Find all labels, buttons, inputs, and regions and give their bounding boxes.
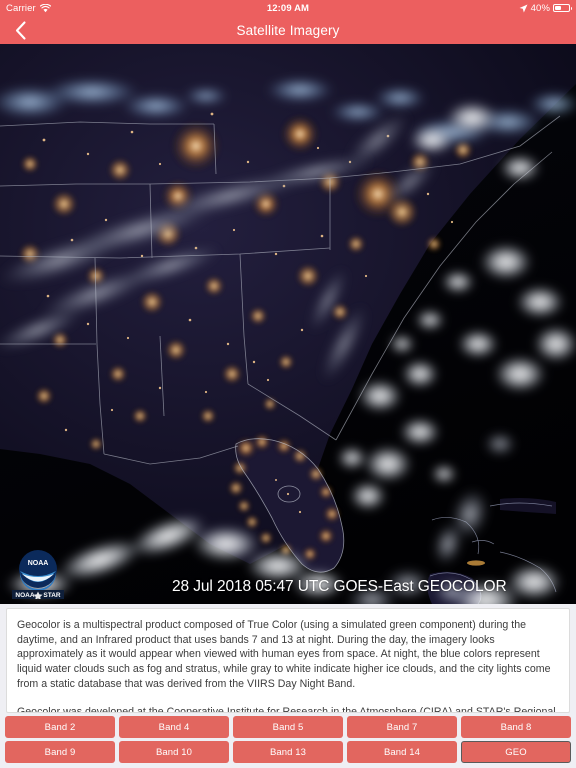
page-title: Satellite Imagery bbox=[236, 22, 340, 38]
status-bar-clock-wrapper: 12:09 AM bbox=[0, 0, 576, 16]
battery-percent-label: 40% bbox=[530, 2, 550, 14]
satellite-imagery-screen: Carrier 12:09 AM 40% Satellite Imagery N… bbox=[0, 0, 576, 768]
navigation-bar: Satellite Imagery bbox=[0, 16, 576, 44]
band-selector: Band 2 Band 4 Band 5 Band 7 Band 8 Band … bbox=[0, 713, 576, 768]
band-button-band-2[interactable]: Band 2 bbox=[5, 716, 115, 738]
band-button-band-13[interactable]: Band 13 bbox=[233, 741, 343, 763]
band-row-2: Band 9 Band 10 Band 13 Band 14 GEO bbox=[5, 741, 571, 763]
noaa-wordmark-left: NOAA bbox=[15, 592, 34, 599]
battery-icon bbox=[553, 4, 572, 12]
star-wordmark-right: STAR bbox=[43, 592, 61, 599]
band-button-band-5[interactable]: Band 5 bbox=[233, 716, 343, 738]
band-button-band-8[interactable]: Band 8 bbox=[461, 716, 571, 738]
wifi-icon bbox=[39, 3, 51, 12]
chevron-left-icon bbox=[15, 20, 26, 40]
status-bar: Carrier 12:09 AM 40% bbox=[0, 0, 576, 16]
satellite-image-container[interactable]: NOAA NOAA STAR 28 Jul 2018 05:47 UTC GOE… bbox=[0, 44, 576, 604]
band-row-1: Band 2 Band 4 Band 5 Band 7 Band 8 bbox=[5, 716, 571, 738]
satellite-timestamp-overlay: 28 Jul 2018 05:47 UTC GOES-East GEOCOLOR bbox=[172, 578, 507, 595]
location-arrow-icon bbox=[519, 4, 528, 12]
carrier-label: Carrier bbox=[6, 2, 36, 14]
status-bar-right: 40% bbox=[519, 2, 572, 14]
band-button-band-14[interactable]: Band 14 bbox=[347, 741, 457, 763]
band-button-band-7[interactable]: Band 7 bbox=[347, 716, 457, 738]
band-button-band-4[interactable]: Band 4 bbox=[119, 716, 229, 738]
description-paragraph-2: Geocolor was developed at the Cooperativ… bbox=[17, 705, 556, 713]
description-paragraph-1: Geocolor is a multispectral product comp… bbox=[17, 619, 551, 690]
band-button-band-10[interactable]: Band 10 bbox=[119, 741, 229, 763]
satellite-image bbox=[0, 44, 576, 604]
status-bar-time: 12:09 AM bbox=[266, 2, 310, 14]
noaa-star-logo: NOAA NOAA STAR bbox=[12, 550, 64, 599]
band-button-band-9[interactable]: Band 9 bbox=[5, 741, 115, 763]
noaa-logo-text: NOAA bbox=[28, 560, 49, 567]
back-button[interactable] bbox=[0, 16, 40, 44]
status-bar-left: Carrier bbox=[6, 3, 51, 14]
band-button-geo[interactable]: GEO bbox=[461, 741, 571, 763]
description-card: Geocolor is a multispectral product comp… bbox=[6, 608, 570, 713]
